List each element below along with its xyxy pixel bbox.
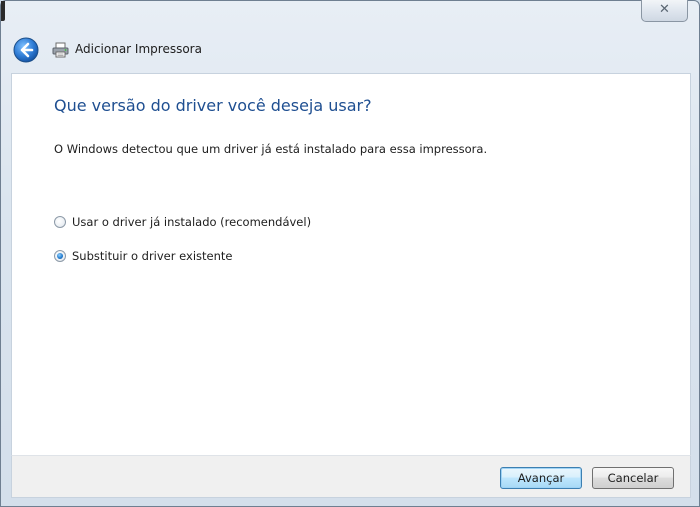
button-bar: Avançar Cancelar xyxy=(11,455,691,498)
arrow-left-icon xyxy=(13,37,39,63)
option-label: Substituir o driver existente xyxy=(72,249,233,263)
page-description: O Windows detectou que um driver já está… xyxy=(54,142,488,156)
back-button[interactable] xyxy=(13,37,39,63)
wizard-content: Que versão do driver você deseja usar? O… xyxy=(11,73,691,456)
title-bar: ✕ Adicionar Impressora xyxy=(1,0,699,73)
dialog-window: ✕ Adicionar Impressora Que versão do dri… xyxy=(0,0,700,507)
close-icon: ✕ xyxy=(659,2,670,17)
option-use-installed-driver[interactable]: Usar o driver já instalado (recomendável… xyxy=(54,214,311,230)
close-button[interactable]: ✕ xyxy=(641,0,688,22)
next-button[interactable]: Avançar xyxy=(500,467,582,489)
radio-button-unchecked[interactable] xyxy=(54,216,66,228)
option-replace-driver[interactable]: Substituir o driver existente xyxy=(54,248,232,264)
printer-icon xyxy=(52,42,69,58)
page-heading: Que versão do driver você deseja usar? xyxy=(54,96,372,115)
radio-button-checked[interactable] xyxy=(54,250,66,262)
window-title: Adicionar Impressora xyxy=(75,42,202,56)
cancel-button[interactable]: Cancelar xyxy=(592,467,674,489)
option-label: Usar o driver já instalado (recomendável… xyxy=(72,215,312,229)
